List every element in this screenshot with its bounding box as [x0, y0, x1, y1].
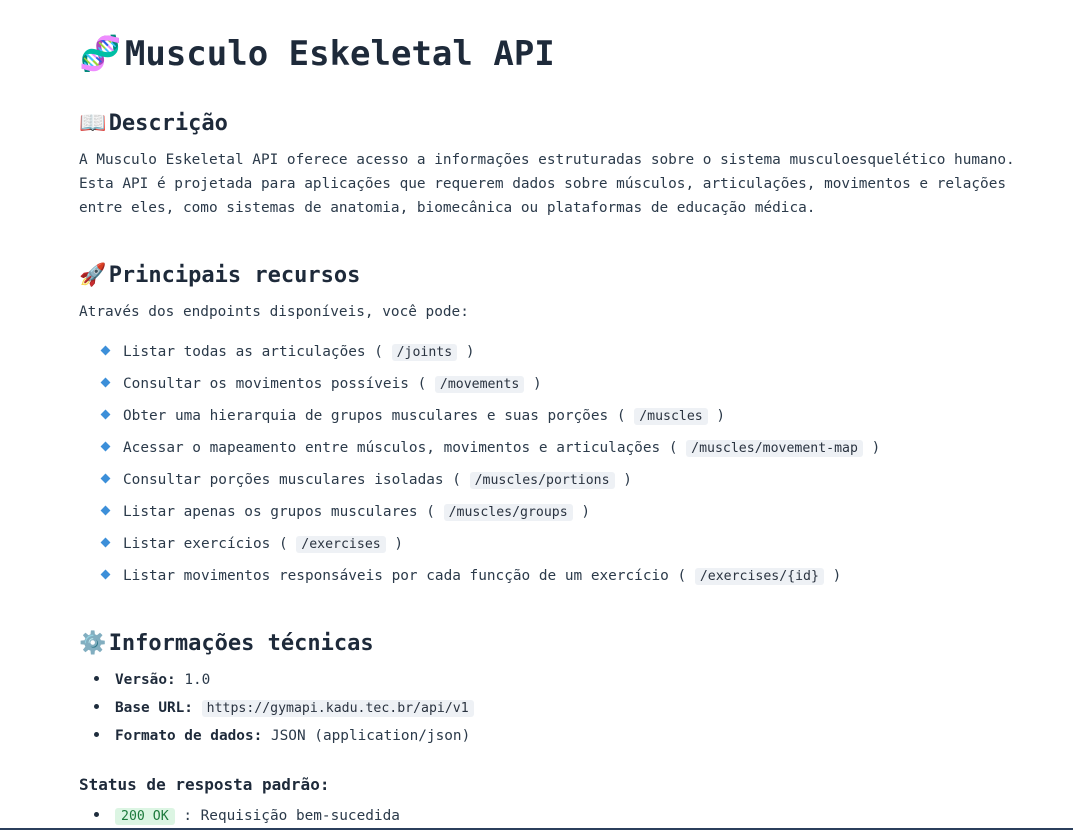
rocket-icon: 🚀 — [79, 263, 107, 288]
feature-text: Acessar o mapeamento entre músculos, mov… — [123, 440, 661, 456]
diamond-bullet-icon — [100, 345, 111, 356]
technical-format: Formato de dados: JSON (application/json… — [79, 724, 474, 752]
endpoint-code: /muscles/groups — [443, 504, 573, 521]
diamond-bullet-icon — [100, 377, 111, 388]
features-heading: 🚀 Principais recursos — [79, 261, 360, 291]
endpoint-code: /exercises — [296, 536, 386, 553]
feature-item-joints: Listar todas as articulações ( /joints ) — [100, 340, 880, 372]
endpoint-code: /exercises/{id} — [694, 568, 824, 585]
diamond-bullet-icon — [100, 537, 111, 548]
feature-item-exercises: Listar exercícios ( /exercises ) — [100, 532, 880, 564]
technical-heading-text: Informações técnicas — [108, 631, 374, 656]
endpoint-code: /joints — [391, 344, 458, 361]
feature-text: Listar movimentos responsáveis por cada … — [123, 568, 669, 584]
features-heading-text: Principais recursos — [108, 263, 361, 288]
format-value: JSON (application/json) — [270, 728, 471, 744]
diamond-bullet-icon — [100, 473, 111, 484]
dna-icon: 🧬 — [79, 34, 122, 74]
feature-text: Listar exercícios — [123, 536, 271, 552]
features-list: Listar todas as articulações ( /joints )… — [100, 340, 880, 596]
technical-base-url: Base URL: https://gymapi.kadu.tec.br/api… — [79, 696, 474, 724]
endpoint-code: /muscles/movement-map — [686, 440, 863, 457]
diamond-bullet-icon — [100, 409, 111, 420]
endpoint-code: /muscles/portions — [469, 472, 615, 489]
technical-version: Versão: 1.0 — [79, 668, 474, 696]
diamond-bullet-icon — [100, 569, 111, 580]
status-item-200: 200 OK : Requisição bem-sucedida — [79, 804, 400, 830]
endpoint-code: /muscles — [634, 408, 708, 425]
diamond-bullet-icon — [100, 441, 111, 452]
base-url-label: Base URL: — [115, 700, 193, 716]
feature-item-portions: Consultar porções musculares isoladas ( … — [100, 468, 880, 500]
bullet-dot-icon — [94, 676, 99, 681]
feature-item-movement-map: Acessar o mapeamento entre músculos, mov… — [100, 436, 880, 468]
base-url-code: https://gymapi.kadu.tec.br/api/v1 — [201, 700, 474, 717]
description-line-2: Esta API é projetada para aplicações que… — [79, 176, 1007, 192]
book-icon: 📖 — [79, 111, 107, 136]
version-value: 1.0 — [184, 672, 211, 688]
feature-item-groups: Listar apenas os grupos musculares ( /mu… — [100, 500, 880, 532]
feature-text: Consultar porções musculares isoladas — [123, 472, 444, 488]
description-heading: 📖 Descrição — [79, 109, 228, 139]
feature-text: Consultar os movimentos possíveis — [123, 376, 409, 392]
description-line-1: A Musculo Eskeletal API oferece acesso a… — [79, 152, 1015, 168]
technical-heading: ⚙️ Informações técnicas — [79, 629, 374, 659]
technical-list: Versão: 1.0 Base URL: https://gymapi.kad… — [79, 668, 474, 752]
description-line-3: entre eles, como sistemas de anatomia, b… — [79, 200, 816, 216]
page-title: 🧬 Musculo Eskeletal API — [79, 30, 555, 78]
bullet-dot-icon — [94, 812, 99, 817]
status-heading: Status de resposta padrão: — [79, 775, 330, 794]
status-list: 200 OK : Requisição bem-sucedida — [79, 804, 400, 830]
diamond-bullet-icon — [100, 505, 111, 516]
bullet-dot-icon — [94, 732, 99, 737]
bullet-dot-icon — [94, 704, 99, 709]
version-label: Versão: — [115, 672, 176, 688]
status-code-badge: 200 OK — [115, 808, 175, 825]
features-intro: Através dos endpoints disponíveis, você … — [79, 304, 469, 320]
page-title-text: Musculo Eskeletal API — [124, 34, 555, 74]
endpoint-code: /movements — [434, 376, 525, 393]
status-text: : Requisição bem-sucedida — [183, 808, 400, 824]
gear-icon: ⚙️ — [79, 631, 107, 656]
feature-item-movements: Consultar os movimentos possíveis ( /mov… — [100, 372, 880, 404]
feature-text: Obter uma hierarquia de grupos musculare… — [123, 408, 609, 424]
format-label: Formato de dados: — [115, 728, 263, 744]
feature-item-exercise-id: Listar movimentos responsáveis por cada … — [100, 564, 880, 596]
feature-text: Listar todas as articulações — [123, 344, 366, 360]
feature-item-muscles: Obter uma hierarquia de grupos musculare… — [100, 404, 880, 436]
feature-text: Listar apenas os grupos musculares — [123, 504, 418, 520]
description-heading-text: Descrição — [108, 111, 228, 136]
